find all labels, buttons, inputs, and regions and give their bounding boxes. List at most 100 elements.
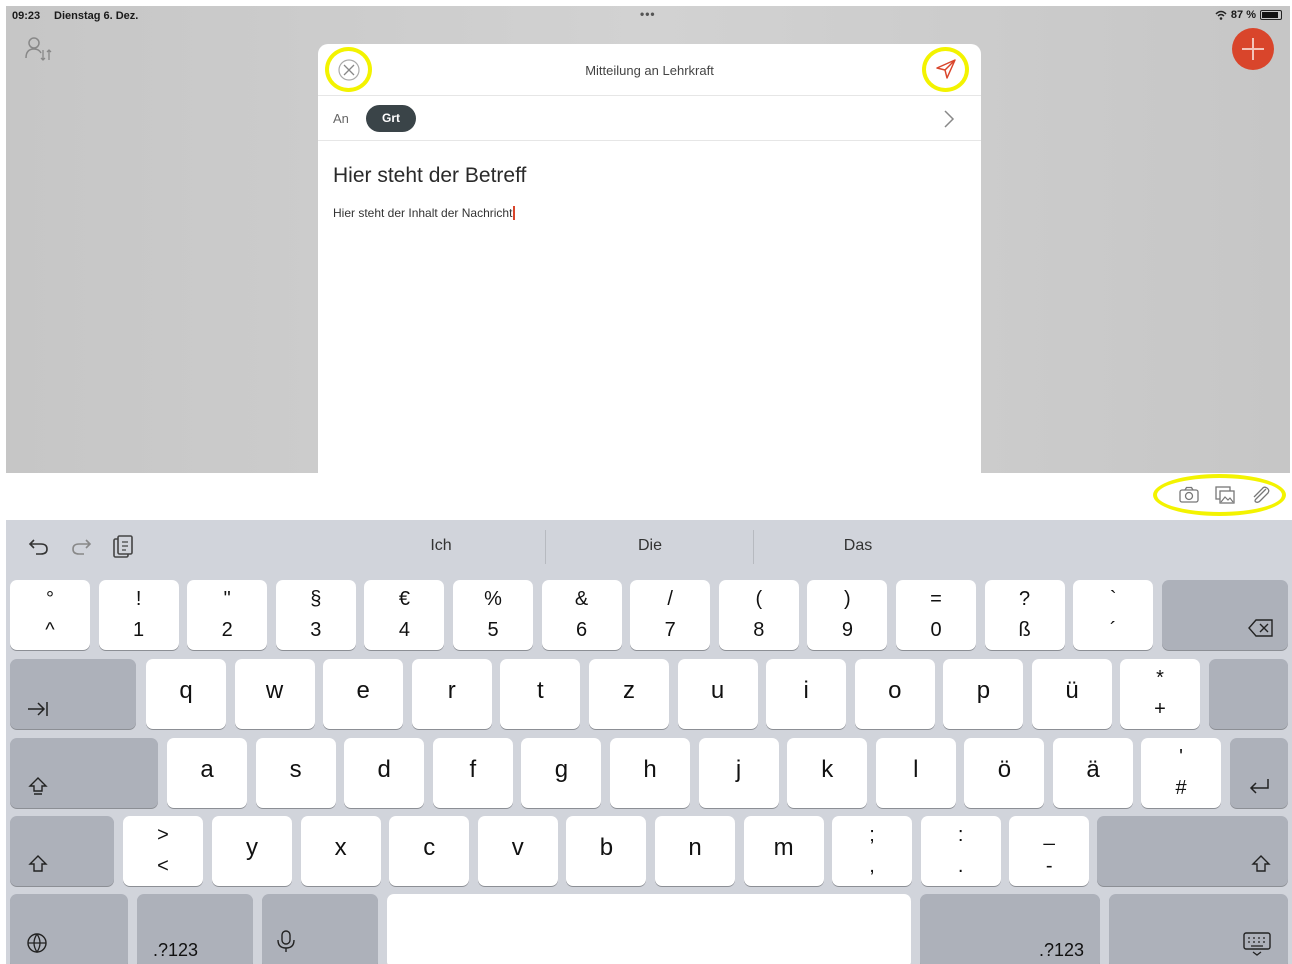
undo-icon[interactable]: [26, 534, 52, 560]
return-key-top[interactable]: [1209, 659, 1288, 729]
key[interactable]: ' #: [1141, 738, 1221, 808]
key[interactable]: ! 1: [98, 580, 179, 650]
key[interactable]: €4: [364, 580, 445, 650]
key-label: a: [200, 756, 214, 783]
key[interactable]: a: [167, 738, 247, 808]
subject-field[interactable]: Hier steht der Betreff: [333, 164, 526, 188]
key[interactable]: ä: [1053, 738, 1133, 808]
paste-icon[interactable]: [110, 534, 136, 560]
key[interactable]: b: [566, 816, 647, 886]
paperclip-icon[interactable]: [1249, 485, 1271, 505]
key-label: e: [356, 677, 370, 704]
key[interactable]: n: [655, 816, 735, 886]
key[interactable]: j: [698, 738, 779, 808]
key[interactable]: /7: [630, 580, 711, 650]
shift-key-right[interactable]: [1097, 816, 1288, 886]
microphone-icon: [277, 930, 295, 952]
backspace-key[interactable]: [1162, 580, 1288, 650]
key[interactable]: ) 9: [807, 580, 888, 650]
key[interactable]: > <: [123, 816, 203, 886]
suggestion-divider: [753, 530, 754, 564]
return-key[interactable]: [1230, 738, 1288, 808]
key[interactable]: e: [323, 659, 404, 729]
key[interactable]: x: [300, 816, 381, 886]
globe-key[interactable]: [10, 894, 128, 964]
key-label: u: [710, 677, 725, 704]
key[interactable]: ` ´: [1073, 580, 1154, 650]
key[interactable]: w: [234, 659, 315, 729]
numbers-key-left[interactable]: .?123: [137, 894, 253, 964]
key-label: ü: [1065, 677, 1079, 704]
key[interactable]: " 2: [187, 580, 268, 650]
message-body-field[interactable]: Hier steht der Inhalt der Nachricht: [333, 206, 516, 220]
tab-key[interactable]: [10, 659, 136, 729]
key-shift-label: ;: [869, 824, 875, 846]
suggestion-item[interactable]: Die: [580, 537, 720, 555]
chevron-right-icon[interactable]: [942, 109, 956, 129]
caps-lock-key[interactable]: [10, 738, 158, 808]
key[interactable]: % 5: [453, 580, 533, 650]
recipient-chip[interactable]: Grt: [366, 105, 416, 132]
key[interactable]: c: [389, 816, 470, 886]
user-filter-icon[interactable]: [24, 36, 54, 62]
redo-icon[interactable]: [68, 534, 94, 560]
camera-icon[interactable]: [1178, 485, 1200, 505]
key[interactable]: u: [677, 659, 758, 729]
key-label: n: [688, 834, 702, 861]
key-label: .?123: [153, 940, 199, 960]
key-label: p: [976, 677, 991, 704]
key[interactable]: :.: [920, 816, 1001, 886]
key[interactable]: q: [146, 659, 226, 729]
key[interactable]: k: [787, 738, 868, 808]
hide-keyboard-key[interactable]: [1109, 894, 1288, 964]
plus-icon[interactable]: [1232, 28, 1274, 70]
send-icon[interactable]: [935, 58, 957, 80]
suggestion-item[interactable]: Ich: [371, 537, 511, 555]
key[interactable]: m: [743, 816, 824, 886]
key[interactable]: * +: [1120, 659, 1200, 729]
dictation-key[interactable]: [262, 894, 378, 964]
key-label: q: [179, 677, 193, 704]
key-shift-label: (: [755, 588, 763, 610]
key[interactable]: ? ß: [984, 580, 1065, 650]
key[interactable]: y: [212, 816, 292, 886]
key[interactable]: & 6: [541, 580, 622, 650]
key[interactable]: h: [610, 738, 690, 808]
key[interactable]: z: [589, 659, 669, 729]
key[interactable]: = 0: [896, 580, 976, 650]
key[interactable]: t: [500, 659, 581, 729]
key[interactable]: _ -: [1009, 816, 1090, 886]
key[interactable]: v: [477, 816, 558, 886]
key-label: 3: [310, 619, 322, 641]
recipient-row[interactable]: An Grt: [318, 97, 981, 141]
key[interactable]: p: [943, 659, 1024, 729]
key-label: 4: [398, 619, 410, 641]
key-label: ^: [45, 619, 55, 641]
key-shift-label: >: [157, 824, 169, 846]
shift-key-left[interactable]: [10, 816, 114, 886]
status-date: Dienstag 6. Dez.: [54, 10, 139, 22]
key-label: 9: [841, 619, 853, 641]
photo-library-icon[interactable]: [1214, 485, 1236, 505]
key[interactable]: g: [521, 738, 602, 808]
suggestion-item[interactable]: Das: [788, 537, 928, 555]
key[interactable]: f: [432, 738, 513, 808]
key[interactable]: d: [344, 738, 425, 808]
key[interactable]: (8: [718, 580, 799, 650]
key[interactable]: ° ^: [10, 580, 90, 650]
key[interactable]: o: [854, 659, 935, 729]
key[interactable]: ü: [1032, 659, 1112, 729]
key[interactable]: § 3: [275, 580, 356, 650]
key-shift-label: ": [223, 588, 231, 610]
key[interactable]: s: [255, 738, 336, 808]
key[interactable]: l: [875, 738, 956, 808]
key[interactable]: i: [766, 659, 847, 729]
space-bar[interactable]: [387, 894, 911, 964]
multitasking-dots-icon[interactable]: •••: [640, 7, 656, 21]
key[interactable]: r: [411, 659, 492, 729]
key[interactable]: ;,: [832, 816, 912, 886]
key-shift-label: _: [1043, 824, 1055, 846]
key-label: ´: [1109, 619, 1117, 641]
numbers-key-right[interactable]: .?123: [920, 894, 1100, 964]
key[interactable]: ö: [964, 738, 1045, 808]
